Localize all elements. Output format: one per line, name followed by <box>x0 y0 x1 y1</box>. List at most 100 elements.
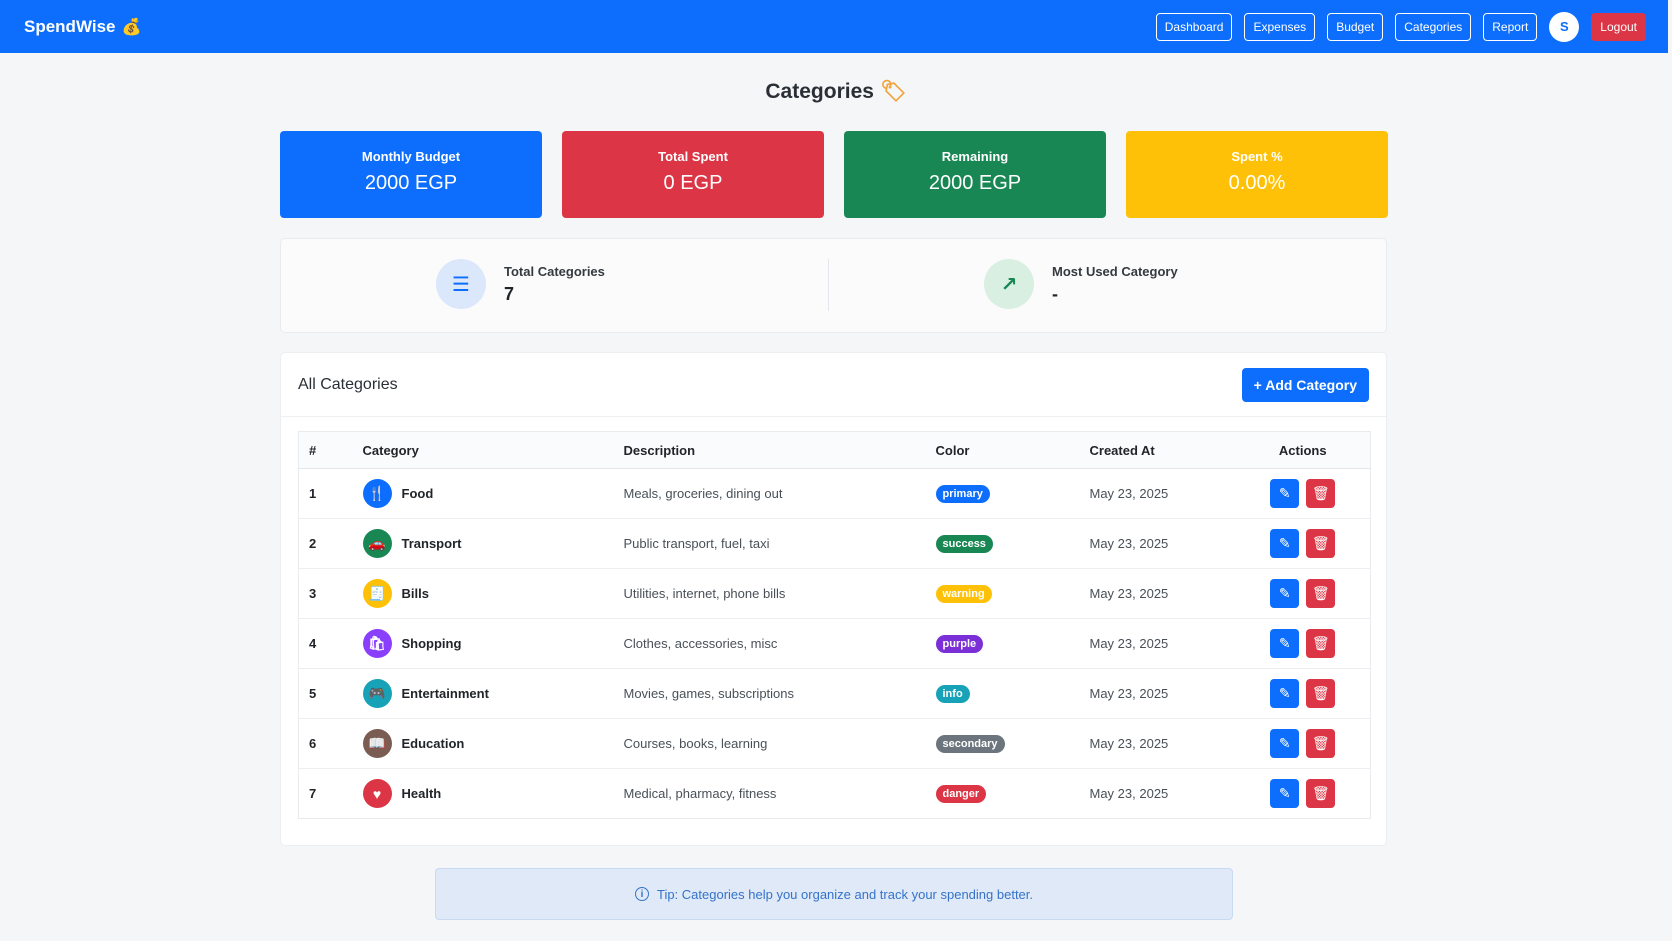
table-row: 4 🛍 Shopping Clothes, accessories, misc … <box>298 618 1371 669</box>
stat-card-remaining: Remaining 2000 EGP <box>844 131 1106 218</box>
tag-icon: 🏷 <box>879 80 907 103</box>
utensils-icon: 🍴 <box>362 479 392 508</box>
most-used-category-summary: ↗ Most Used Category - <box>984 259 1178 309</box>
category-description: Public transport, fuel, taxi <box>613 518 926 569</box>
shopping-bag-icon: 🛍 <box>362 629 392 658</box>
categories-table: # Category Description Color Created At … <box>298 431 1371 819</box>
info-icon: i <box>634 887 649 901</box>
category-color-cell: primary <box>925 468 1080 519</box>
delete-button[interactable]: 🗑 <box>1306 779 1336 808</box>
nav-categories-button[interactable]: Categories <box>1395 12 1472 41</box>
edit-button[interactable]: ✎ <box>1270 529 1300 558</box>
page-title-text: Categories <box>765 80 874 103</box>
column-header-description: Description <box>613 431 926 469</box>
summary-divider <box>828 259 829 311</box>
trash-icon: 🗑 <box>1311 685 1330 701</box>
color-badge: success <box>935 534 993 553</box>
book-icon: 📖 <box>362 729 392 758</box>
edit-button[interactable]: ✎ <box>1270 479 1300 508</box>
created-at: May 23, 2025 <box>1079 618 1236 669</box>
most-used-category-value: - <box>1052 283 1058 304</box>
add-category-button[interactable]: + Add Category <box>1241 367 1369 402</box>
nav-expenses-button[interactable]: Expenses <box>1244 12 1316 41</box>
top-navbar: SpendWise 💰 Dashboard Expenses Budget Ca… <box>0 0 1668 53</box>
color-badge: secondary <box>935 734 1005 753</box>
table-row: 5 🎮 Entertainment Movies, games, subscri… <box>298 668 1371 719</box>
column-header-color: Color <box>925 431 1080 469</box>
edit-button[interactable]: ✎ <box>1270 679 1300 708</box>
category-description: Meals, groceries, dining out <box>613 468 926 519</box>
created-at: May 23, 2025 <box>1079 668 1236 719</box>
table-header-row: # Category Description Color Created At … <box>298 431 1371 469</box>
brand[interactable]: SpendWise 💰 <box>24 17 141 37</box>
total-categories-summary: ☰ Total Categories 7 <box>436 259 605 309</box>
trash-icon: 🗑 <box>1311 735 1330 751</box>
color-badge: info <box>935 684 970 703</box>
category-cell: 📖 Education <box>352 718 614 769</box>
stat-label: Total Spent <box>658 149 728 164</box>
actions-cell: ✎ 🗑 <box>1235 518 1371 569</box>
category-description: Courses, books, learning <box>613 718 926 769</box>
category-name: Entertainment <box>401 686 489 701</box>
all-categories-title: All Categories <box>298 375 398 393</box>
category-description: Clothes, accessories, misc <box>613 618 926 669</box>
column-header-category: Category <box>352 431 614 469</box>
trash-icon: 🗑 <box>1311 635 1330 651</box>
tip-alert: i Tip: Categories help you organize and … <box>435 868 1233 920</box>
table-row: 1 🍴 Food Meals, groceries, dining out pr… <box>298 468 1371 519</box>
actions-cell: ✎ 🗑 <box>1235 568 1371 619</box>
all-categories-header: All Categories + Add Category <box>281 353 1386 417</box>
table-row: 2 🚗 Transport Public transport, fuel, ta… <box>298 518 1371 569</box>
row-number: 7 <box>309 786 317 801</box>
edit-button[interactable]: ✎ <box>1270 579 1300 608</box>
category-color-cell: info <box>925 668 1080 719</box>
pencil-icon: ✎ <box>1278 485 1291 501</box>
category-cell: 🧾 Bills <box>352 568 614 619</box>
delete-button[interactable]: 🗑 <box>1306 529 1336 558</box>
edit-button[interactable]: ✎ <box>1270 779 1300 808</box>
edit-button[interactable]: ✎ <box>1270 729 1300 758</box>
category-cell: 🎮 Entertainment <box>352 668 614 719</box>
nav-budget-button[interactable]: Budget <box>1327 12 1384 41</box>
categories-summary: ☰ Total Categories 7 ↗ Most Used Categor… <box>280 238 1387 333</box>
pencil-icon: ✎ <box>1278 785 1291 801</box>
column-header-created-at: Created At <box>1079 431 1236 469</box>
edit-button[interactable]: ✎ <box>1270 629 1300 658</box>
pencil-icon: ✎ <box>1278 685 1291 701</box>
all-categories-card: All Categories + Add Category # Category… <box>280 352 1387 846</box>
delete-button[interactable]: 🗑 <box>1306 629 1336 658</box>
row-number: 4 <box>298 618 353 669</box>
stat-card-monthly-budget: Monthly Budget 2000 EGP <box>280 131 542 218</box>
stat-card-total-spent: Total Spent 0 EGP <box>562 131 824 218</box>
heart-icon: ♥ <box>362 779 392 808</box>
delete-button[interactable]: 🗑 <box>1306 729 1336 758</box>
category-cell: 🍴 Food <box>352 468 614 519</box>
delete-button[interactable]: 🗑 <box>1306 479 1336 508</box>
category-name: Health <box>401 786 442 801</box>
pencil-icon: ✎ <box>1278 585 1291 601</box>
delete-button[interactable]: 🗑 <box>1306 579 1336 608</box>
page-title: Categories 🏷 <box>0 80 1672 104</box>
actions-cell: ✎ 🗑 <box>1235 618 1371 669</box>
category-color-cell: secondary <box>925 718 1080 769</box>
car-icon: 🚗 <box>362 529 392 558</box>
row-number: 1 <box>298 468 353 519</box>
gamepad-icon: 🎮 <box>362 679 392 708</box>
trend-up-icon: ↗ <box>984 259 1034 309</box>
category-cell: ♥ Health <box>353 769 614 819</box>
user-avatar[interactable]: S <box>1549 11 1580 42</box>
logout-button[interactable]: Logout <box>1591 12 1646 41</box>
nav-dashboard-button[interactable]: Dashboard <box>1155 12 1233 41</box>
row-number: 3 <box>298 568 353 619</box>
list-icon: ☰ <box>436 259 486 309</box>
nav-report-button[interactable]: Report <box>1483 12 1538 41</box>
category-description: Utilities, internet, phone bills <box>613 568 926 619</box>
stat-value: 2000 EGP <box>928 172 1022 194</box>
brand-name: SpendWise <box>24 16 116 36</box>
created-at: May 23, 2025 <box>1079 568 1236 619</box>
created-at: May 23, 2025 <box>1079 518 1236 569</box>
delete-button[interactable]: 🗑 <box>1306 679 1336 708</box>
total-categories-label: Total Categories <box>504 263 605 279</box>
category-description: Movies, games, subscriptions <box>613 668 926 719</box>
row-number: 6 <box>298 718 353 769</box>
